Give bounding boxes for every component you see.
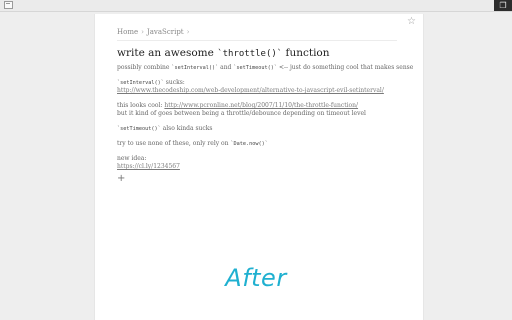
window-restore-icon[interactable]: ❐ xyxy=(494,0,512,11)
breadcrumb-javascript[interactable]: JavaScript xyxy=(147,28,184,36)
breadcrumb-separator: › xyxy=(141,28,144,36)
breadcrumb-trail-separator: › xyxy=(186,28,190,36)
star-icon[interactable]: ☆ xyxy=(407,17,416,27)
note-link-setinterval[interactable]: http://www.thecodeship.com/web-developme… xyxy=(117,87,407,95)
note-line-2: `setInterval()` sucks: xyxy=(117,79,185,86)
add-icon[interactable]: + xyxy=(117,174,407,184)
title-code: `throttle()` xyxy=(217,49,283,59)
note-line-6: `setTimeout()` also kinda sucks xyxy=(117,125,213,132)
browser-top-bar: ❐ xyxy=(0,0,512,12)
breadcrumb-home[interactable]: Home xyxy=(117,28,138,36)
note-line-5: but it kind of goes between being a thro… xyxy=(117,110,366,117)
note-line-8: new idea: xyxy=(117,155,147,162)
note-link-throttle[interactable]: http://www.pcronline.net/blog/2007/11/10… xyxy=(164,102,358,109)
title-text: write an awesome xyxy=(117,47,218,59)
note-link-image[interactable]: https://cl.ly/1234567 xyxy=(117,163,407,171)
after-label: After xyxy=(225,264,287,292)
note-title[interactable]: write an awesome `throttle()` function xyxy=(117,47,407,61)
note-content: Home › JavaScript › write an awesome `throt… xyxy=(117,28,414,184)
breadcrumb: Home › JavaScript › xyxy=(117,28,397,41)
note-line-4: this looks cool: http://www.pcronline.ne… xyxy=(117,102,359,109)
page-icon xyxy=(4,1,13,9)
note-line-1: possibly combine `setInterval()` and `se… xyxy=(117,64,414,71)
note-line-7: try to use none of these, only rely on `… xyxy=(117,140,268,147)
title-suffix: function xyxy=(282,47,330,59)
